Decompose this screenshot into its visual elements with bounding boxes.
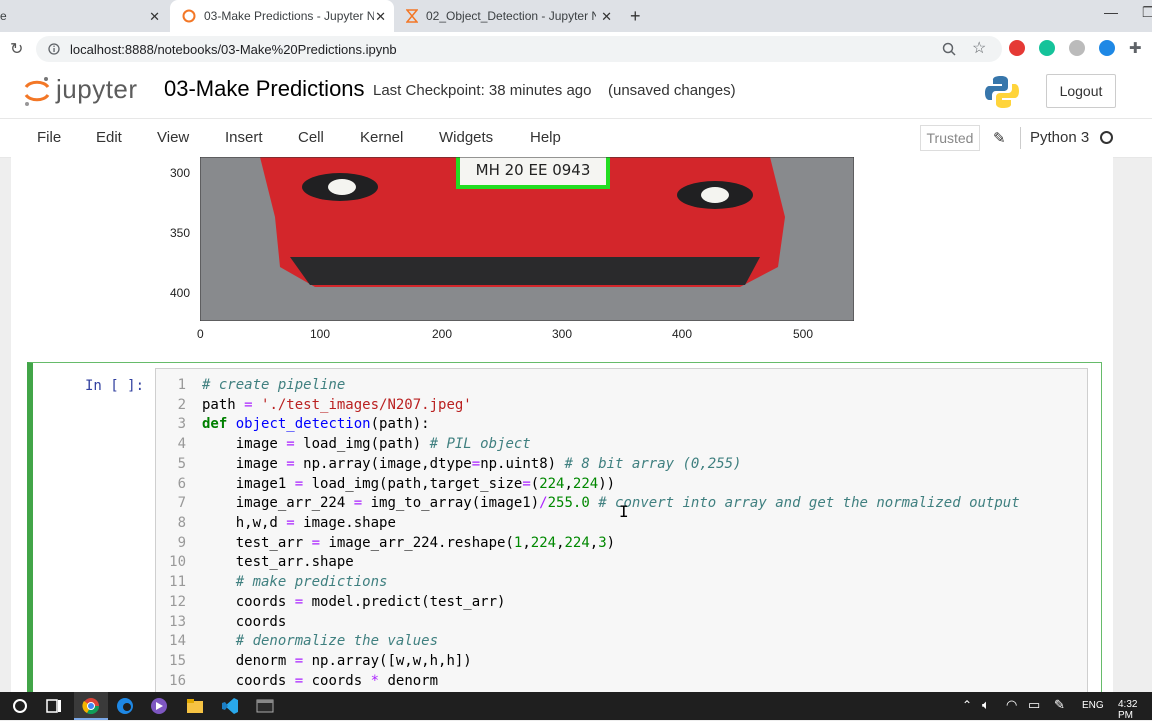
- menu-file[interactable]: File: [37, 129, 61, 146]
- kernel-name[interactable]: Python 3: [1030, 129, 1089, 146]
- minimize-icon[interactable]: —: [1104, 4, 1118, 20]
- pencil-icon[interactable]: ✎: [993, 129, 1006, 147]
- notebook-menubar: File Edit View Insert Cell Kernel Widget…: [0, 118, 1152, 158]
- new-tab-icon[interactable]: +: [630, 6, 641, 27]
- menu-edit[interactable]: Edit: [96, 129, 122, 146]
- close-icon[interactable]: ✕: [601, 9, 612, 25]
- puzzle-extensions-icon[interactable]: ✚: [1129, 39, 1142, 57]
- app-icon[interactable]: [150, 697, 168, 715]
- output-image-plot: MH 20 EE 0943: [200, 157, 854, 321]
- y-tick-label: 400: [170, 286, 191, 300]
- battery-icon[interactable]: ▭: [1028, 697, 1040, 713]
- jupyter-favicon-icon: [182, 9, 196, 23]
- zoom-icon[interactable]: [942, 42, 956, 56]
- bookmark-star-icon[interactable]: ☆: [972, 38, 986, 58]
- x-tick-label: 300: [552, 327, 573, 341]
- browser-toolbar: ↻ localhost:8888/notebooks/03-Make%20Pre…: [0, 32, 1152, 67]
- trusted-indicator[interactable]: Trusted: [920, 125, 980, 151]
- menu-cell[interactable]: Cell: [298, 129, 324, 146]
- tab-title: 03-Make Predictions - Jupyter N: [204, 9, 374, 23]
- chrome-icon: [82, 698, 100, 715]
- grammarly-extension-icon[interactable]: [1039, 40, 1055, 56]
- edge-icon[interactable]: [116, 697, 134, 715]
- menu-view[interactable]: View: [157, 129, 189, 146]
- reload-icon[interactable]: ↻: [10, 39, 23, 59]
- tab-title: e: [0, 9, 7, 23]
- volume-icon[interactable]: 🔈︎: [982, 697, 990, 713]
- info-icon[interactable]: [48, 43, 60, 55]
- chrome-taskbar-button[interactable]: [74, 692, 108, 720]
- lower-grille: [290, 257, 760, 285]
- notebook-title[interactable]: 03-Make Predictions: [164, 76, 365, 102]
- close-icon[interactable]: ✕: [375, 9, 386, 25]
- hourglass-icon: [406, 9, 418, 23]
- wifi-icon[interactable]: ◠: [1006, 697, 1017, 713]
- windows-taskbar: ⌃ 🔈︎ ◠ ▭ ✎ ENG 4:32 PM: [0, 692, 1152, 721]
- jupyter-logo-text: jupyter: [56, 74, 138, 104]
- y-tick-label: 350: [170, 226, 191, 240]
- y-tick-label: 300: [170, 166, 191, 180]
- checkpoint-status: Last Checkpoint: 38 minutes ago: [373, 82, 592, 99]
- menu-insert[interactable]: Insert: [225, 129, 263, 146]
- x-tick-label: 100: [310, 327, 331, 341]
- jupyter-logo-icon[interactable]: [22, 74, 52, 108]
- tab-title: 02_Object_Detection - Jupyter N: [426, 9, 596, 23]
- file-explorer-icon[interactable]: [186, 697, 204, 715]
- unsaved-indicator: (unsaved changes): [608, 82, 736, 99]
- search-circle-icon[interactable]: [11, 697, 29, 715]
- browser-tab-strip: e ✕ 03-Make Predictions - Jupyter N ✕ 02…: [0, 0, 1152, 32]
- text-cursor-icon: I: [619, 502, 629, 521]
- browser-tab-active[interactable]: 03-Make Predictions - Jupyter N ✕: [170, 0, 394, 32]
- close-icon[interactable]: ✕: [149, 9, 160, 25]
- address-bar[interactable]: localhost:8888/notebooks/03-Make%20Predi…: [36, 36, 1002, 62]
- cell-prompt: In [ ]:: [85, 378, 145, 394]
- adblock-extension-icon[interactable]: [1009, 40, 1025, 56]
- url-text: localhost:8888/notebooks/03-Make%20Predi…: [70, 42, 397, 57]
- kernel-idle-indicator: [1100, 131, 1113, 144]
- pen-icon[interactable]: ✎: [1054, 697, 1065, 713]
- browser-tab[interactable]: e ✕: [0, 0, 168, 32]
- python-logo-icon: [985, 76, 1019, 108]
- logout-button[interactable]: Logout: [1046, 74, 1116, 108]
- language-indicator[interactable]: ENG: [1082, 700, 1104, 711]
- jupyter-header: jupyter 03-Make Predictions Last Checkpo…: [0, 66, 1152, 118]
- terminal-icon[interactable]: [256, 697, 274, 715]
- extension-icon[interactable]: [1099, 40, 1115, 56]
- code-editor[interactable]: 1 # create pipeline 2 path = './test_image…: [155, 368, 1088, 710]
- x-tick-label: 400: [672, 327, 693, 341]
- x-tick-label: 500: [793, 327, 814, 341]
- divider: [1020, 127, 1021, 149]
- right-fog-light: [701, 187, 729, 203]
- clock[interactable]: 4:32 PM: [1118, 699, 1152, 721]
- browser-tab[interactable]: 02_Object_Detection - Jupyter N ✕: [396, 0, 620, 32]
- x-tick-label: 0: [197, 327, 204, 341]
- vscode-icon[interactable]: [221, 697, 239, 715]
- x-tick-label: 200: [432, 327, 453, 341]
- left-fog-light: [328, 179, 356, 195]
- plate-text: MH 20 EE 0943: [476, 161, 591, 179]
- menu-help[interactable]: Help: [530, 129, 561, 146]
- tray-chevron-icon[interactable]: ⌃: [962, 698, 972, 712]
- menu-kernel[interactable]: Kernel: [360, 129, 403, 146]
- extension-icon[interactable]: [1069, 40, 1085, 56]
- menu-widgets[interactable]: Widgets: [439, 129, 493, 146]
- task-view-icon[interactable]: [45, 697, 63, 715]
- restore-icon[interactable]: ❐: [1142, 4, 1152, 21]
